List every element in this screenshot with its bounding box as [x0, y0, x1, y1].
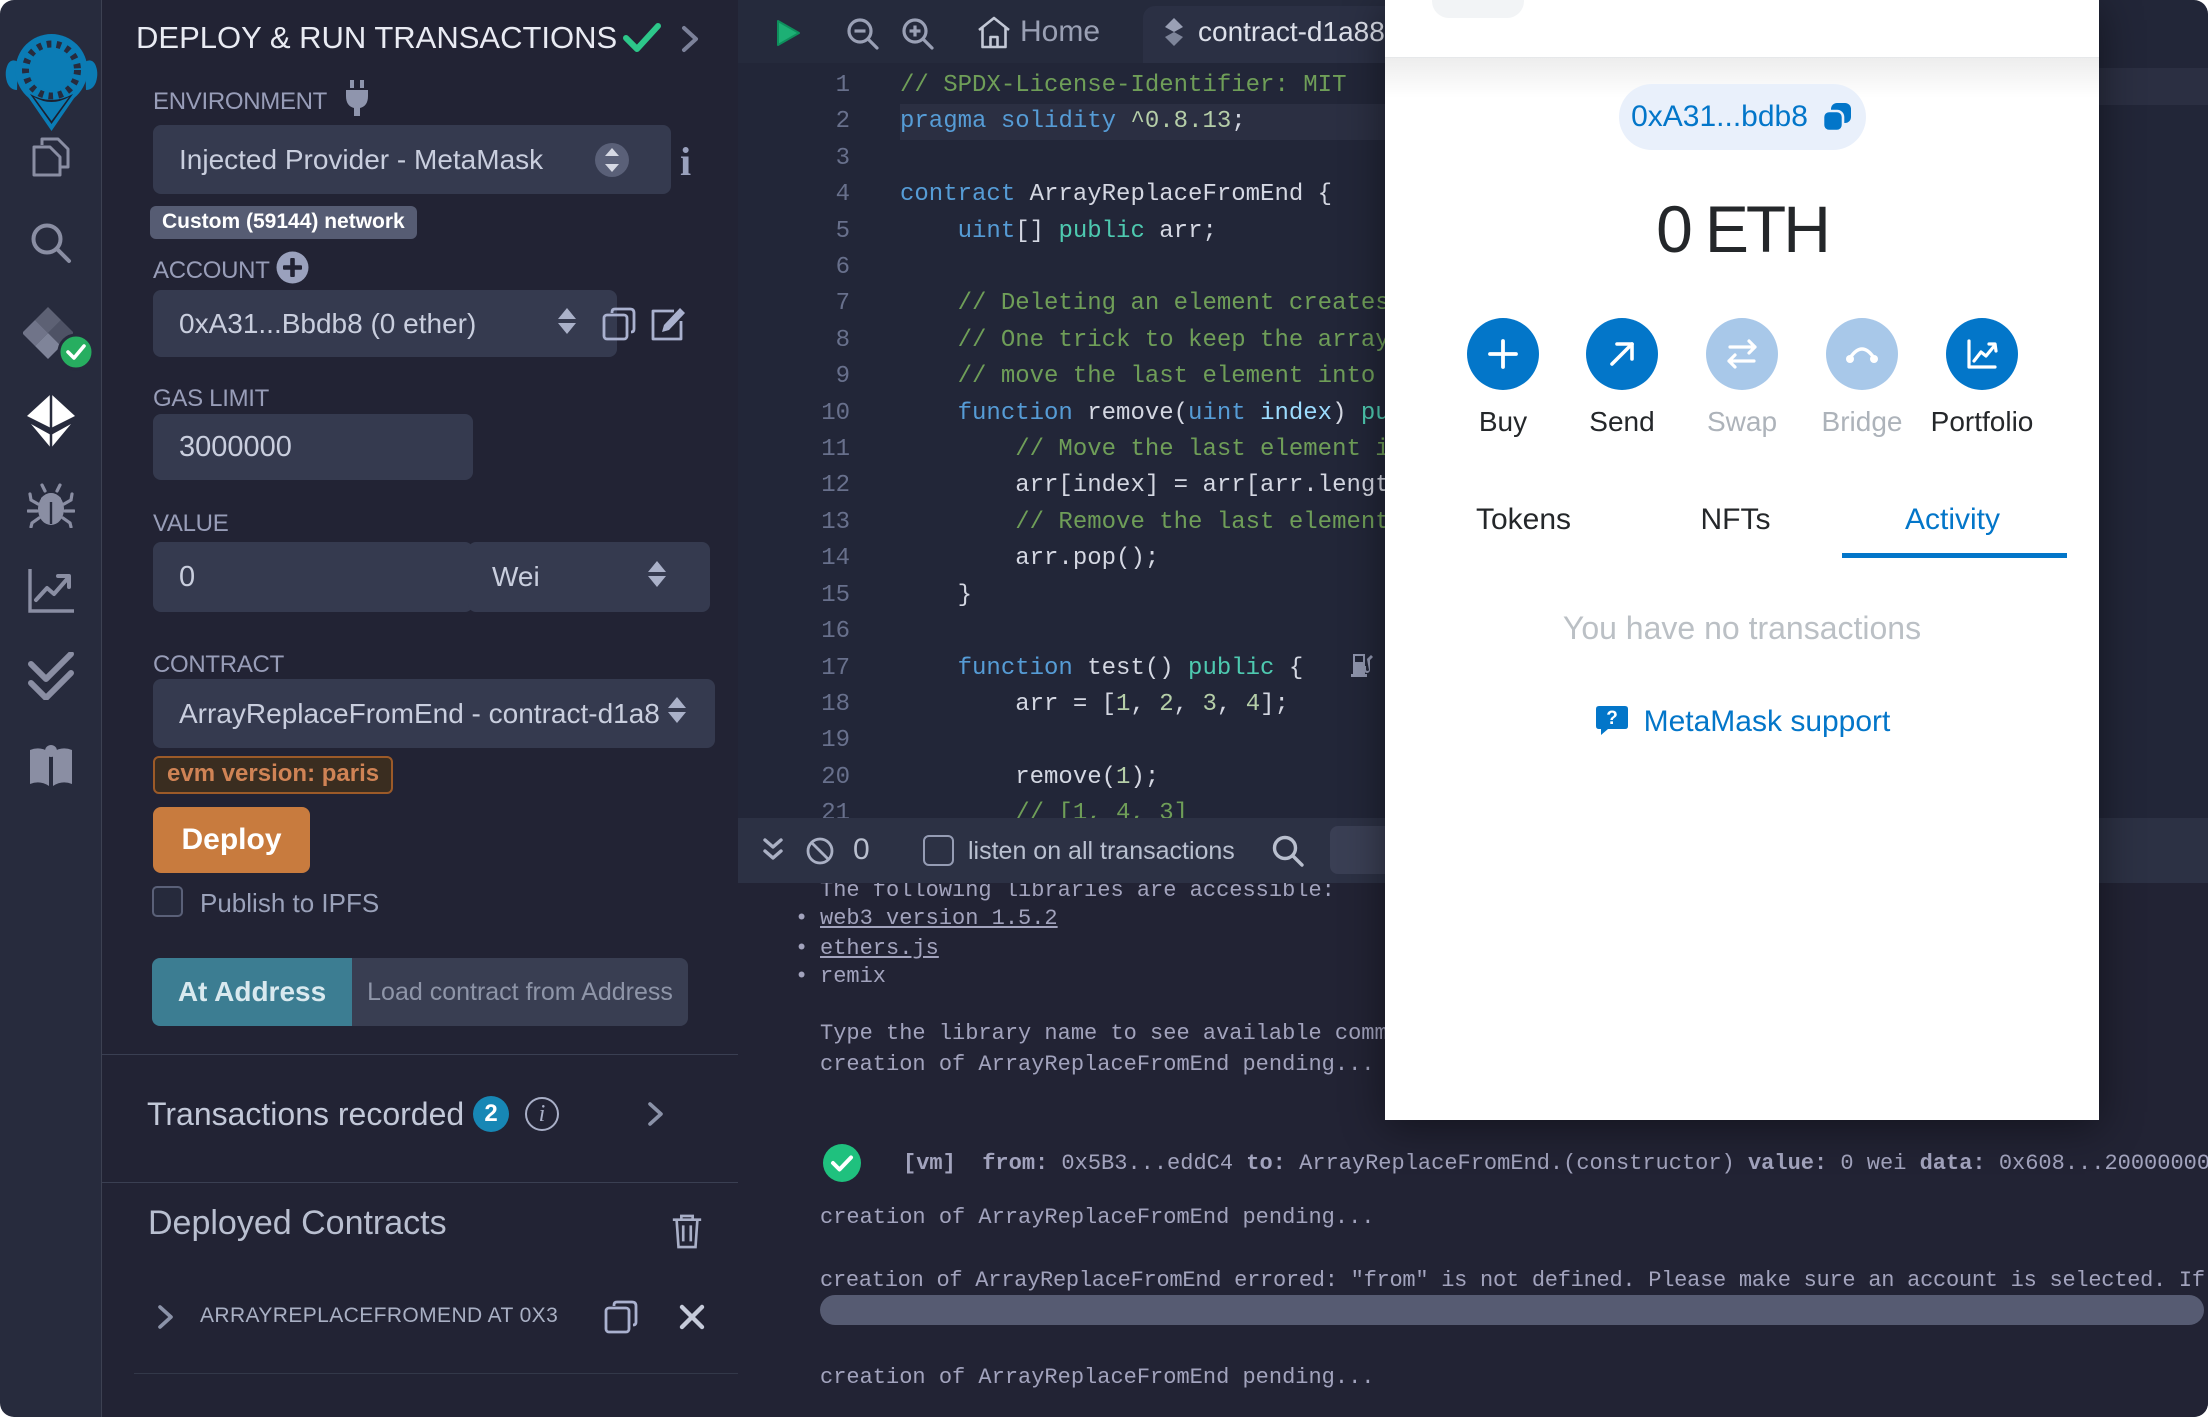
svg-text:?: ?	[1606, 708, 1618, 729]
